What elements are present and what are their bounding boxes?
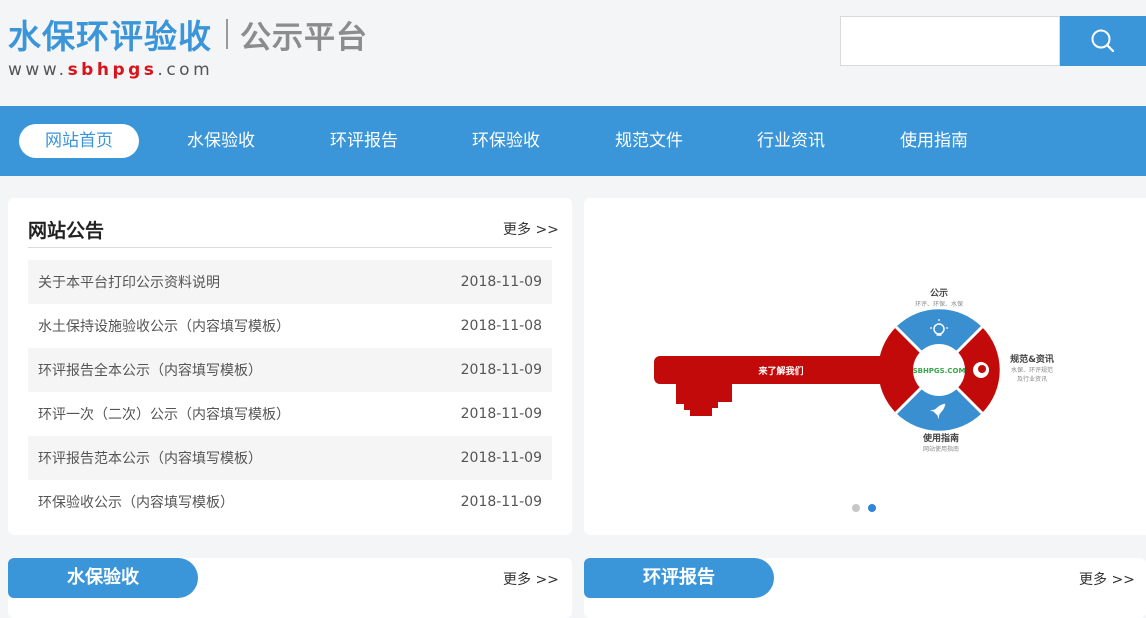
section-eia-report: 环评报告 更多 >> <box>584 558 1146 618</box>
nav-item-user-guide[interactable]: 使用指南 <box>874 124 994 158</box>
nav-item-regulations[interactable]: 规范文件 <box>589 124 709 158</box>
key-illustration: 来了解我们 SBHPGS.COM 公示 环评、环保、水保 规范&资讯 水保、环评… <box>654 288 1054 453</box>
ring-center-label: SBHPGS.COM <box>913 367 966 375</box>
banner-top-title: 公示 <box>930 288 948 299</box>
notice-item[interactable]: 环评报告范本公示（内容填写模板） 2018-11-09 <box>28 436 552 480</box>
divider <box>28 247 552 248</box>
section-title[interactable]: 水保验收 <box>8 558 198 598</box>
notice-title: 网站公告 <box>28 220 105 242</box>
nav-item-home[interactable]: 网站首页 <box>19 124 139 158</box>
banner-bottom-title: 使用指南 <box>922 432 959 444</box>
section-title[interactable]: 环评报告 <box>584 558 774 598</box>
notice-item-title: 关于本平台打印公示资料说明 <box>38 275 220 291</box>
banner-right-desc1: 水保、环评规范 <box>1011 366 1053 374</box>
key-label: 来了解我们 <box>757 365 803 377</box>
site-header: 水保环评验收 公示平台 www.sbhpgs.com <box>0 0 1146 106</box>
search-icon <box>1091 29 1115 53</box>
notice-item-date: 2018-11-09 <box>460 494 542 510</box>
search-input[interactable] <box>840 16 1060 66</box>
notice-item[interactable]: 关于本平台打印公示资料说明 2018-11-09 <box>28 260 552 304</box>
site-url: www.sbhpgs.com <box>8 60 213 80</box>
carousel-dots <box>852 504 876 512</box>
banner-carousel[interactable]: 来了解我们 SBHPGS.COM 公示 环评、环保、水保 规范&资讯 水保、环评… <box>584 198 1146 535</box>
logo-title: 水保环评验收 <box>8 17 212 56</box>
head-icon <box>973 362 989 378</box>
logo-separator <box>226 19 228 49</box>
nav-item-eia-report[interactable]: 环评报告 <box>304 124 424 158</box>
banner-right-title: 规范&资讯 <box>1010 353 1054 365</box>
banner-bottom-desc: 网站使用指南 <box>923 445 959 453</box>
search-button[interactable] <box>1060 16 1146 66</box>
notice-item-title: 环保验收公示（内容填写模板） <box>38 495 234 511</box>
notice-item-title: 环评报告范本公示（内容填写模板） <box>38 451 262 467</box>
section-soil-acceptance: 水保验收 更多 >> <box>8 558 572 618</box>
notice-item-date: 2018-11-09 <box>460 406 542 422</box>
notice-panel: 网站公告 更多 >> 关于本平台打印公示资料说明 2018-11-09 水土保持设… <box>8 198 572 535</box>
banner-right-desc2: 及行业资讯 <box>1017 375 1047 383</box>
notice-item-date: 2018-11-09 <box>460 274 542 290</box>
notice-item[interactable]: 水土保持设施验收公示（内容填写模板） 2018-11-08 <box>28 304 552 348</box>
carousel-dot-active[interactable] <box>868 504 876 512</box>
notice-item[interactable]: 环评报告全本公示（内容填写模板） 2018-11-09 <box>28 348 552 392</box>
notice-more-link[interactable]: 更多 >> <box>503 219 559 239</box>
section-more-link[interactable]: 更多 >> <box>1079 569 1135 589</box>
key-teeth <box>676 382 732 416</box>
notice-item[interactable]: 环保验收公示（内容填写模板） 2018-11-09 <box>28 480 552 524</box>
site-logo[interactable]: 水保环评验收 公示平台 <box>8 12 368 56</box>
logo-subtitle: 公示平台 <box>240 19 368 56</box>
notice-item-title: 环评报告全本公示（内容填写模板） <box>38 363 262 379</box>
url-suffix: .com <box>157 60 214 80</box>
notice-item-date: 2018-11-09 <box>460 362 542 378</box>
section-more-link[interactable]: 更多 >> <box>503 569 559 589</box>
banner-top-desc: 环评、环保、水保 <box>915 300 963 308</box>
notice-list: 关于本平台打印公示资料说明 2018-11-09 水土保持设施验收公示（内容填写模… <box>28 260 552 524</box>
nav-item-soil-acceptance[interactable]: 水保验收 <box>161 124 281 158</box>
notice-item-title: 水土保持设施验收公示（内容填写模板） <box>38 319 290 335</box>
notice-item-title: 环评一次（二次）公示（内容填写模板） <box>38 407 290 423</box>
nav-item-env-acceptance[interactable]: 环保验收 <box>446 124 566 158</box>
url-prefix: www. <box>8 60 68 80</box>
notice-item-date: 2018-11-08 <box>460 318 542 334</box>
main-nav: 网站首页 水保验收 环评报告 环保验收 规范文件 行业资讯 使用指南 <box>0 106 1146 176</box>
url-domain: sbhpgs <box>67 60 158 80</box>
carousel-dot[interactable] <box>852 504 860 512</box>
notice-item[interactable]: 环评一次（二次）公示（内容填写模板） 2018-11-09 <box>28 392 552 436</box>
nav-item-industry-news[interactable]: 行业资讯 <box>731 124 851 158</box>
notice-item-date: 2018-11-09 <box>460 450 542 466</box>
